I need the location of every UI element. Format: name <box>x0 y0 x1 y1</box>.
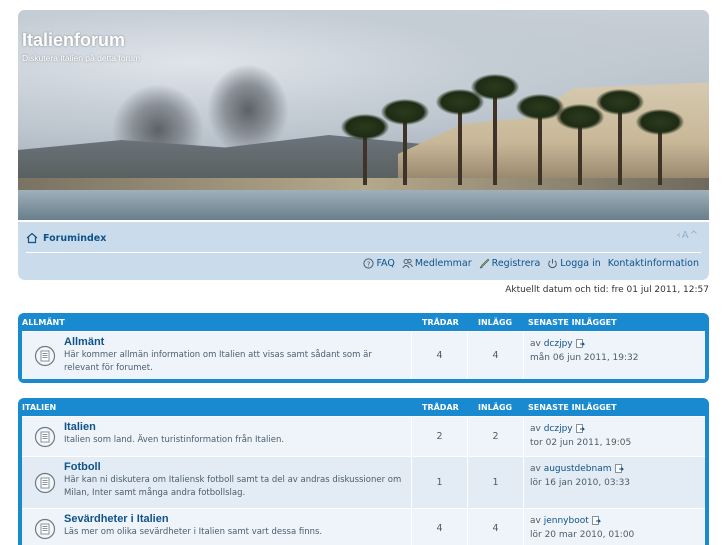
last-post-author[interactable]: jennyboot <box>544 516 589 526</box>
forum-post-count: 4 <box>468 332 524 379</box>
forum-row: Italien Italien som land. Även turistinf… <box>22 416 705 456</box>
palm-tree <box>381 99 429 185</box>
palm-tree <box>516 94 564 185</box>
register-link[interactable]: Registrera <box>479 258 540 269</box>
forum-row: Fotboll Här kan ni diskutera om Italiens… <box>22 456 705 508</box>
forum-info: Allmänt Här kommer allmän information om… <box>22 332 412 379</box>
category-header: ALLMÄNT TRÅDAR INLÄGG SENASTE INLÄGGET <box>22 313 705 331</box>
palm-tree <box>471 74 519 185</box>
navbar: Forumindex ‹A^ ? FAQ Medlemmar Registrer… <box>18 222 709 280</box>
column-last-post: SENASTE INLÄGGET <box>528 402 617 412</box>
forum-thread-count: 4 <box>412 509 468 545</box>
forum-read-icon <box>34 518 56 539</box>
banner-water <box>18 190 709 220</box>
last-post-author[interactable]: dczjpy <box>544 424 573 434</box>
members-link[interactable]: Medlemmar <box>402 258 472 269</box>
current-datetime: Aktuellt datum och tid: fre 01 jul 2011,… <box>505 285 709 295</box>
login-link[interactable]: Logga in <box>547 258 601 269</box>
home-icon <box>26 232 38 244</box>
last-post-author[interactable]: augustdebnam <box>544 464 612 474</box>
last-post-by: av <box>530 424 544 434</box>
forum-description: Italien som land. Även turistinformation… <box>64 435 285 445</box>
category-header: ITALIEN TRÅDAR INLÄGG SENASTE INLÄGGET <box>22 398 705 416</box>
forum-post-count: 4 <box>468 509 524 545</box>
forum-info: Fotboll Här kan ni diskutera om Italiens… <box>22 457 412 508</box>
forum-description: Läs mer om olika sevärdheter i Italien s… <box>64 527 323 537</box>
faq-link[interactable]: ? FAQ <box>363 258 395 269</box>
last-post-by: av <box>530 516 544 526</box>
palm-tree <box>636 109 684 185</box>
last-post-date: tor 02 jun 2011, 19:05 <box>530 438 632 448</box>
breadcrumb[interactable]: Forumindex <box>26 232 106 244</box>
breadcrumb-forumindex[interactable]: Forumindex <box>43 233 106 244</box>
palm-tree <box>436 89 484 185</box>
nav-links: ? FAQ Medlemmar Registrera Logga in Kont… <box>363 258 699 269</box>
last-post-date: mån 06 jun 2011, 19:32 <box>530 353 639 363</box>
last-post-by: av <box>530 464 544 474</box>
category-title[interactable]: ALLMÄNT <box>22 318 65 327</box>
column-threads: TRÅDAR <box>422 317 459 327</box>
forum-post-count: 1 <box>468 457 524 508</box>
forum-last-post: av jennyboot lör 20 mar 2010, 01:00 <box>524 509 705 545</box>
last-post-by: av <box>530 339 544 349</box>
forum-thread-count: 4 <box>412 332 468 379</box>
category-italien: ITALIEN TRÅDAR INLÄGG SENASTE INLÄGGET I… <box>18 398 709 545</box>
site-title[interactable]: Italienforum <box>22 30 125 51</box>
forum-description: Här kan ni diskutera om Italiensk fotbol… <box>64 475 402 498</box>
forum-last-post: av dczjpy tor 02 jun 2011, 19:05 <box>524 417 705 456</box>
forum-info: Sevärdheter i Italien Läs mer om olika s… <box>22 509 412 545</box>
forum-title-link[interactable]: Sevärdheter i Italien <box>64 513 405 525</box>
goto-post-icon[interactable] <box>575 424 585 433</box>
goto-post-icon[interactable] <box>575 339 585 348</box>
goto-post-icon[interactable] <box>591 516 601 525</box>
palm-tree <box>596 89 644 185</box>
register-icon <box>479 258 490 269</box>
forum-read-icon <box>34 426 56 447</box>
members-icon <box>402 258 413 269</box>
last-post-date: lör 20 mar 2010, 01:00 <box>530 530 635 540</box>
column-threads: TRÅDAR <box>422 402 459 412</box>
forum-title-link[interactable]: Fotboll <box>64 461 405 473</box>
category-allmant: ALLMÄNT TRÅDAR INLÄGG SENASTE INLÄGGET A… <box>18 313 709 383</box>
category-title[interactable]: ITALIEN <box>22 403 56 412</box>
goto-post-icon[interactable] <box>614 464 624 473</box>
forum-title-link[interactable]: Italien <box>64 421 405 433</box>
forum-info: Italien Italien som land. Även turistinf… <box>22 417 412 456</box>
forum-row: Allmänt Här kommer allmän information om… <box>22 331 705 379</box>
forum-description: Här kommer allmän information om Italien… <box>64 350 372 373</box>
palm-tree <box>556 104 604 185</box>
column-posts: INLÄGG <box>478 402 513 412</box>
forum-read-icon <box>34 472 56 493</box>
last-post-author[interactable]: dczjpy <box>544 339 573 349</box>
forum-title-link[interactable]: Allmänt <box>64 336 405 348</box>
nav-divider <box>26 252 701 253</box>
forum-read-icon <box>34 345 56 366</box>
palm-tree <box>341 114 389 185</box>
svg-text:?: ? <box>367 260 371 268</box>
contact-link[interactable]: Kontaktinformation <box>608 258 699 269</box>
power-icon <box>548 259 558 269</box>
font-size-control[interactable]: ‹A^ <box>677 230 699 241</box>
column-last-post: SENASTE INLÄGGET <box>528 317 617 327</box>
forum-last-post: av augustdebnam lör 16 jan 2010, 03:33 <box>524 457 705 508</box>
column-posts: INLÄGG <box>478 317 513 327</box>
last-post-date: lör 16 jan 2010, 03:33 <box>530 478 631 488</box>
forum-thread-count: 2 <box>412 417 468 456</box>
forum-row: Sevärdheter i Italien Läs mer om olika s… <box>22 508 705 545</box>
forum-post-count: 2 <box>468 417 524 456</box>
site-description: Diskutera Italien på detta forum <box>22 53 141 63</box>
forum-last-post: av dczjpy mån 06 jun 2011, 19:32 <box>524 332 705 379</box>
forum-thread-count: 1 <box>412 457 468 508</box>
help-icon: ? <box>363 258 375 269</box>
